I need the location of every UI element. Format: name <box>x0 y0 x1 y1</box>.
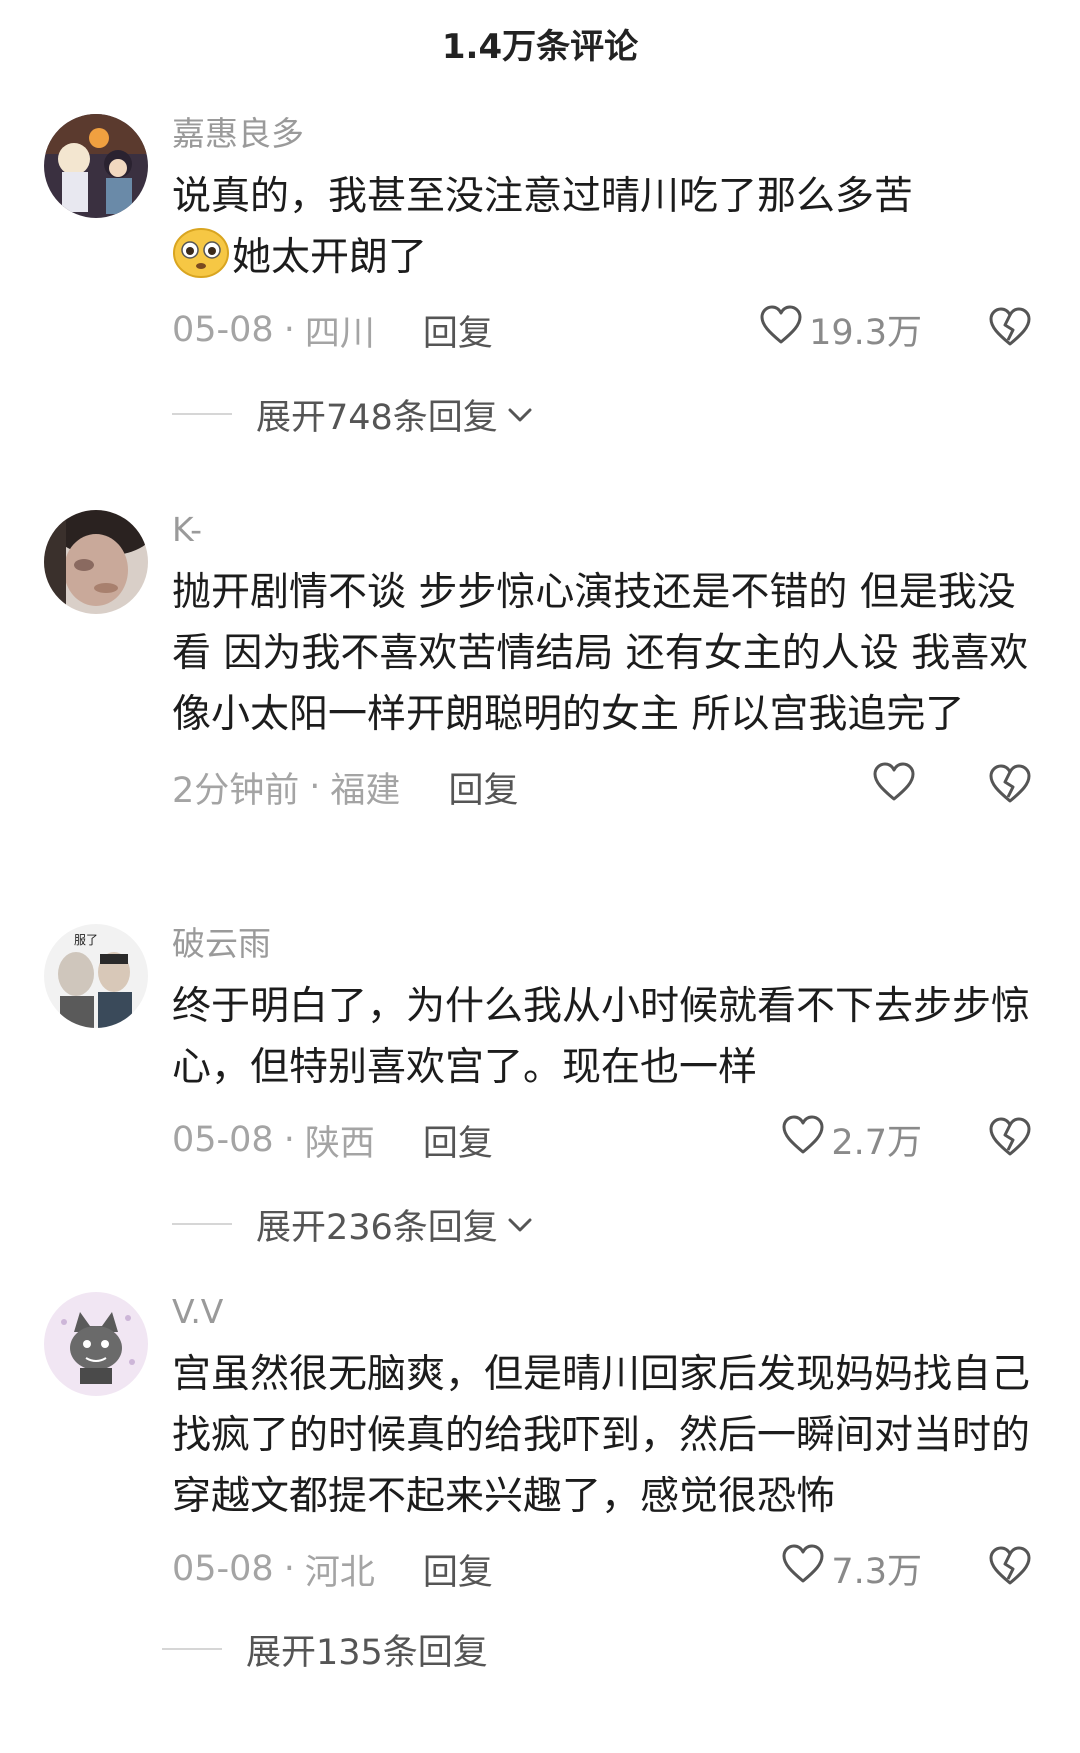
broken-heart-icon <box>988 307 1032 357</box>
comment-meta: 05-08 · 河北 回复 7.3万 <box>172 1539 1032 1599</box>
divider <box>172 413 232 415</box>
comment-text: 终于明白了，为什么我从小时候就看不下去步步惊心，但特别喜欢宫了。现在也一样 <box>172 984 1031 1090</box>
broken-heart-icon <box>988 764 1032 814</box>
heart-icon <box>872 761 922 812</box>
comment-location: 福建 <box>330 770 401 811</box>
meta-separator: · <box>283 1549 295 1589</box>
expand-replies-label: 展开135条回复 <box>246 1632 488 1673</box>
comment-text-part: 她太开朗了 <box>232 235 428 280</box>
like-button[interactable]: 7.3万 <box>781 1543 922 1594</box>
comments-header: 1.4万条评论 <box>0 0 1080 86</box>
comment-username[interactable]: 嘉惠良多 <box>172 112 1032 156</box>
meta-separator: · <box>283 1120 295 1160</box>
expand-replies-label: 展开748条回复 <box>256 397 498 438</box>
expand-replies[interactable]: 展开236条回复 <box>172 1194 1032 1254</box>
comment-count-title: 1.4万条评论 <box>441 26 639 67</box>
expand-replies[interactable]: 展开748条回复 <box>172 384 1032 444</box>
reply-button[interactable]: 回复 <box>423 305 493 356</box>
broken-heart-icon <box>988 1546 1032 1596</box>
like-button[interactable] <box>872 761 922 812</box>
comment-text: 抛开剧情不谈 步步惊心演技还是不错的 但是我没看 因为我不喜欢苦情结局 还有女主… <box>172 570 1029 737</box>
comment-body: 破云雨 终于明白了，为什么我从小时候就看不下去步步惊心，但特别喜欢宫了。现在也一… <box>172 922 1032 1254</box>
comment-date: 05-08 <box>172 1120 274 1160</box>
meta-separator: · <box>283 310 295 350</box>
like-button[interactable]: 2.7万 <box>781 1114 922 1165</box>
divider <box>172 1223 232 1225</box>
meta-separator: · <box>309 767 321 807</box>
comment-date: 05-08 <box>172 1549 274 1589</box>
comment-body: K- 抛开剧情不谈 步步惊心演技还是不错的 但是我没看 因为我不喜欢苦情结局 还… <box>172 508 1032 817</box>
comment-username[interactable]: 破云雨 <box>172 922 1032 966</box>
comment-meta: 05-08 · 陕西 回复 2.7万 <box>172 1110 1032 1170</box>
like-count: 7.3万 <box>831 1552 922 1592</box>
like-count: 2.7万 <box>831 1123 922 1163</box>
comment-meta: 2分钟前 · 福建 回复 <box>172 757 1032 817</box>
like-button[interactable]: 19.3万 <box>759 304 922 355</box>
heart-icon <box>781 1114 831 1165</box>
avatar[interactable] <box>44 1292 148 1396</box>
chevron-down-icon <box>498 394 534 434</box>
dislike-button[interactable] <box>988 763 1032 814</box>
reply-button[interactable]: 回复 <box>448 762 518 813</box>
comment-location: 河北 <box>304 1552 375 1593</box>
like-count: 19.3万 <box>809 313 922 353</box>
comment-body: V.V 宫虽然很无脑爽，但是晴川回家后发现妈妈找自己找疯了的时候真的给我吓到，然… <box>162 1290 1032 1679</box>
expand-replies[interactable]: 展开135条回复 <box>162 1619 1032 1679</box>
comment-date: 2分钟前 <box>172 770 300 811</box>
flushed-face-emoji-icon <box>172 228 230 278</box>
reply-button[interactable]: 回复 <box>423 1115 493 1166</box>
comment-meta: 05-08 · 四川 回复 19.3万 <box>172 300 1032 360</box>
comment-username[interactable]: K- <box>172 508 1032 552</box>
heart-icon <box>781 1543 831 1594</box>
comment-body: 嘉惠良多 说真的，我甚至没注意过晴川吃了那么多苦她太开朗了 05-08 · 四川… <box>172 112 1032 444</box>
broken-heart-icon <box>988 1117 1032 1167</box>
dislike-button[interactable] <box>988 1116 1032 1167</box>
chevron-down-icon <box>498 1204 534 1244</box>
reply-button[interactable]: 回复 <box>423 1544 493 1595</box>
avatar[interactable]: 服了 <box>44 924 148 1028</box>
comment-username[interactable]: V.V <box>172 1290 1032 1334</box>
comment-text: 宫虽然很无脑爽，但是晴川回家后发现妈妈找自己找疯了的时候真的给我吓到，然后一瞬间… <box>172 1352 1031 1519</box>
comment-location: 陕西 <box>304 1123 375 1164</box>
avatar[interactable] <box>44 510 148 614</box>
bottom-fade <box>0 1693 1080 1753</box>
comment-date: 05-08 <box>172 310 274 350</box>
divider <box>162 1648 222 1650</box>
avatar[interactable] <box>44 114 148 218</box>
dislike-button[interactable] <box>988 306 1032 357</box>
avatar-caption: 服了 <box>74 933 98 947</box>
expand-replies-label: 展开236条回复 <box>256 1207 498 1248</box>
comment-text-part: 说真的，我甚至没注意过晴川吃了那么多苦 <box>172 174 914 219</box>
dislike-button[interactable] <box>988 1545 1032 1596</box>
comment-location: 四川 <box>304 313 375 354</box>
comment-text: 说真的，我甚至没注意过晴川吃了那么多苦她太开朗了 <box>172 166 1032 288</box>
heart-icon <box>759 304 809 355</box>
